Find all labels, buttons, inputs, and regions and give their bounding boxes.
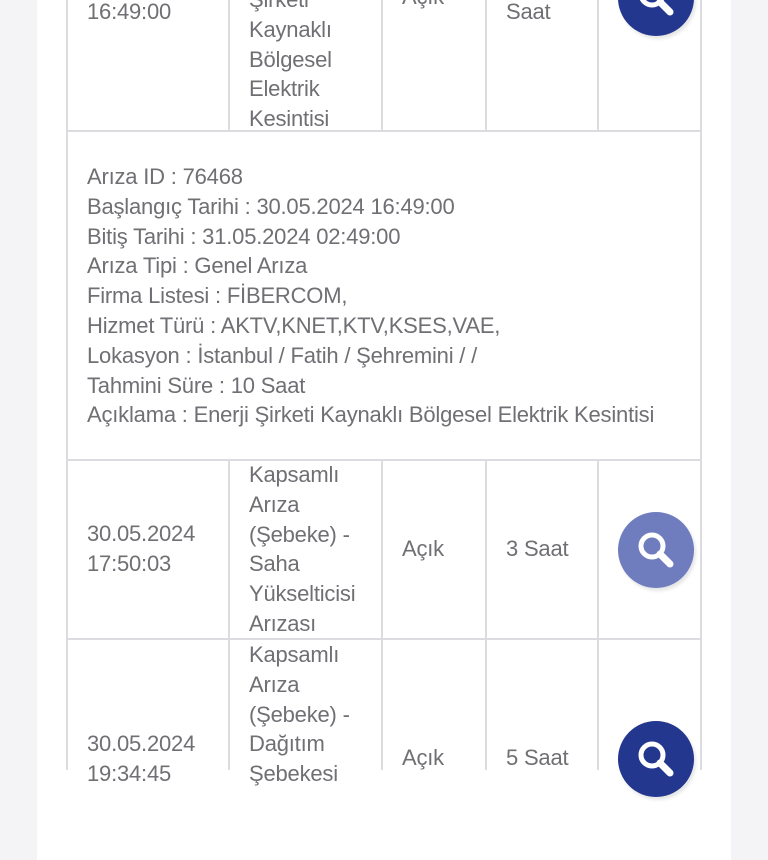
search-icon (639, 0, 674, 16)
row-divider (700, 640, 702, 770)
row-duration: 5 Saat (506, 745, 569, 770)
row-divider (381, 640, 383, 770)
row-divider (597, 640, 599, 770)
row-description: Kapsamlı Arıza (Şebeke) - Dağıtım Şebeke… (249, 642, 350, 787)
row-status: Açık (402, 0, 444, 12)
detail-end-date: Bitiş Tarihi : 31.05.2024 02:49:00 (87, 223, 401, 249)
row-description: Kapsamlı Arıza (Şebeke) - Saha Yükseltic… (249, 462, 356, 636)
detail-location: Lokasyon : İstanbul / Fatih / Şehremini … (87, 342, 478, 368)
row-divider (597, 0, 599, 132)
row-divider (700, 0, 702, 132)
row-divider (597, 461, 599, 640)
search-button[interactable] (618, 512, 694, 588)
search-icon (638, 532, 674, 568)
search-button[interactable] (618, 0, 694, 36)
row-divider (485, 461, 487, 640)
row-date: 30.05.2024 19:34:45 (87, 731, 196, 786)
row-date: 30.05.2024 17:50:03 (87, 521, 196, 576)
row-date: 16:49:00 (87, 0, 172, 24)
row-divider (66, 461, 68, 640)
detail-fault-type: Arıza Tipi : Genel Arıza (87, 253, 308, 279)
row-status: Açık (402, 536, 444, 561)
row-status: Açık (402, 745, 444, 770)
row-duration: Saat (506, 0, 551, 24)
row-divider (66, 0, 68, 132)
row-separator (66, 459, 702, 461)
search-icon (638, 741, 674, 777)
detail-company-list: Firma Listesi : FİBERCOM, (87, 283, 348, 309)
row-divider (228, 640, 230, 770)
search-button[interactable] (618, 721, 694, 797)
detail-ariza-id: Arıza ID : 76468 (87, 164, 243, 189)
row-separator (66, 638, 702, 640)
detail-text: Arıza ID : 76468 Başlangıç Tarihi : 30.0… (87, 162, 707, 430)
row-divider (700, 461, 702, 640)
row-divider (228, 461, 230, 640)
detail-description: Açıklama : Enerji Şirketi Kaynaklı Bölge… (87, 402, 655, 428)
detail-service-type: Hizmet Türü : AKTV,KNET,KTV,KSES,VAE, (87, 312, 501, 338)
row-divider (381, 461, 383, 640)
row-description: Şirketi Kaynaklı Bölgesel Elektrik Kesin… (249, 0, 332, 132)
row-divider (485, 640, 487, 770)
row-divider (228, 0, 230, 132)
panel-border (66, 132, 68, 462)
detail-estimated-duration: Tahmini Süre : 10 Saat (87, 372, 306, 398)
row-duration: 3 Saat (506, 536, 569, 561)
detail-start-date: Başlangıç Tarihi : 30.05.2024 16:49:00 (87, 193, 455, 219)
row-separator (66, 130, 702, 132)
row-divider (66, 640, 68, 770)
row-divider (485, 0, 487, 132)
row-divider (381, 0, 383, 132)
